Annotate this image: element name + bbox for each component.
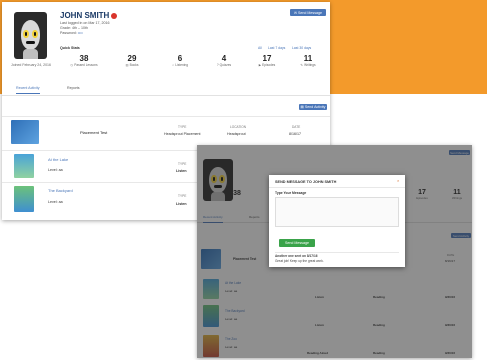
- tab-recent-activity[interactable]: Recent Activity: [16, 86, 40, 94]
- type-header: TYPE: [178, 162, 187, 166]
- type-header: TYPE: [178, 125, 187, 129]
- headphones-icon: ∩: [171, 63, 175, 67]
- stat-lessons: 38 ◷ Passed Lessons: [70, 54, 98, 67]
- send-message-screen: Send Message 17 Episodes 11 Writings 38 …: [197, 145, 472, 358]
- send-message-submit-button[interactable]: Send Message: [279, 239, 315, 247]
- tab-bar: [2, 82, 330, 96]
- stat-writings: 11 ✎ Writings: [300, 54, 316, 67]
- book-cover-thumbnail: [14, 186, 34, 212]
- plus-icon: ▤: [300, 105, 304, 109]
- message-field-label: Type Your Message: [275, 191, 307, 195]
- activity-title[interactable]: Placement Test: [80, 130, 107, 135]
- divider: [275, 252, 399, 253]
- activity-level: Level: aa: [48, 200, 63, 204]
- tab-reports[interactable]: Reports: [67, 86, 80, 90]
- joined-date: Joined February 24, 2016: [11, 63, 51, 67]
- filter-last-7-days[interactable]: Last 7 days: [268, 46, 285, 50]
- previous-message: Another one sent on 8/17/16 Great job! K…: [275, 254, 324, 263]
- send-message-button[interactable]: ✉ Send Message: [290, 9, 326, 16]
- activity-type: Listen: [176, 169, 187, 173]
- stat-listening: 6 ∩ Listening: [171, 54, 189, 67]
- send-activity-button[interactable]: ▤ Send Activity: [299, 104, 327, 110]
- mail-icon: ✉: [294, 10, 298, 15]
- activity-level: Level: aa: [48, 168, 63, 172]
- clock-icon: ◷: [70, 63, 74, 67]
- book-cover-thumbnail: [14, 154, 34, 178]
- stat-quizzes: 4 ? Quizzes: [216, 54, 232, 67]
- film-icon: ▶: [258, 63, 262, 67]
- placement-test-thumbnail: [11, 120, 39, 144]
- type-header: TYPE: [178, 194, 187, 198]
- profile-meta: Last logged in on Mar 17, 2016 Grade: 4t…: [60, 21, 110, 36]
- modal-title: SEND MESSAGE TO JOHN SMITH: [275, 180, 337, 184]
- activity-location: Headsprout: [227, 132, 246, 136]
- date-header: DATE: [292, 125, 301, 129]
- message-input[interactable]: [275, 197, 399, 227]
- activity-title[interactable]: At the Lake: [48, 157, 68, 162]
- location-header: LOCATION: [230, 125, 247, 129]
- filter-all[interactable]: All: [258, 46, 262, 50]
- activity-type: Listen: [176, 202, 187, 206]
- avatar: [14, 12, 47, 59]
- book-icon: ▥: [125, 63, 129, 67]
- stat-books: 29 ▥ Books: [125, 54, 139, 67]
- activity-date: 8/16/17: [289, 132, 301, 136]
- pencil-icon: ✎: [300, 63, 304, 67]
- close-icon[interactable]: ×: [397, 178, 399, 183]
- quick-stats-label: Quick Stats: [60, 46, 80, 50]
- filter-last-30-days[interactable]: Last 30 days: [292, 46, 311, 50]
- alert-icon: [111, 12, 118, 19]
- send-message-modal: SEND MESSAGE TO JOHN SMITH × Type Your M…: [269, 175, 405, 267]
- question-icon: ?: [216, 63, 219, 67]
- stat-episodes: 17 ▶ Episodes: [258, 54, 276, 67]
- activity-type: Headsprout Placement: [164, 132, 201, 136]
- divider: [269, 187, 405, 188]
- divider: [2, 116, 330, 117]
- student-name: JOHN SMITH: [60, 11, 118, 20]
- activity-title[interactable]: The Backyard: [48, 188, 73, 193]
